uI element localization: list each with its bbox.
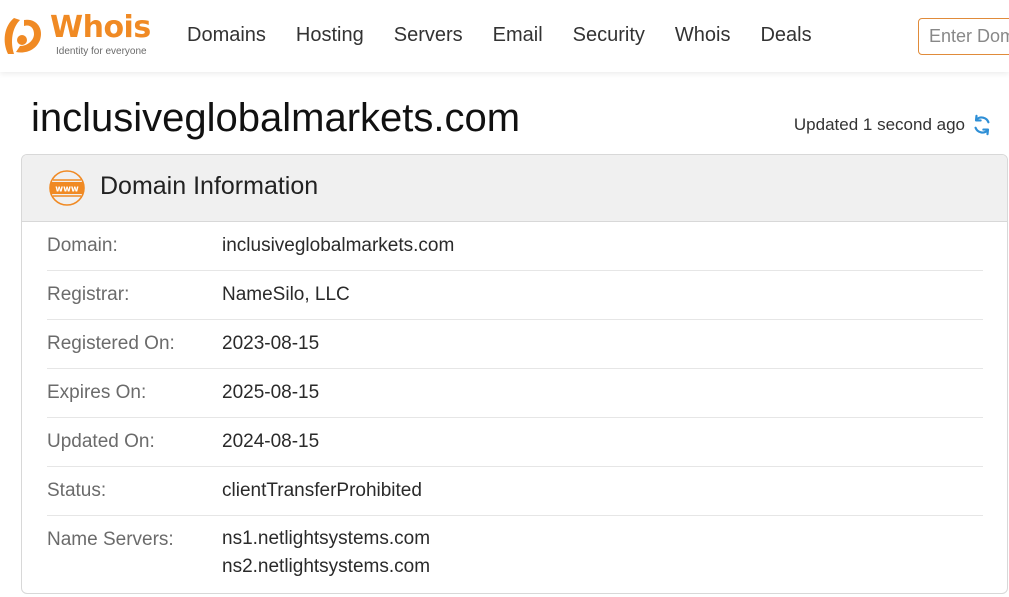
svg-text:www: www (55, 185, 79, 195)
nav-security[interactable]: Security (573, 24, 645, 50)
table-row: Domain: inclusiveglobalmarkets.com (47, 222, 983, 271)
expires-on-label: Expires On: (47, 382, 147, 403)
whois-logo[interactable]: Whois Identity for everyone (0, 10, 160, 60)
nav-whois[interactable]: Whois (675, 24, 731, 50)
registered-on-value: 2023-08-15 (222, 333, 320, 354)
status-value: clientTransferProhibited (222, 480, 422, 501)
card-header: www Domain Information (22, 155, 1007, 222)
domain-information-card: www Domain Information Domain: inclusive… (21, 154, 1008, 594)
registered-on-label: Registered On: (47, 333, 175, 354)
table-row: Registered On: 2023-08-15 (47, 320, 983, 369)
table-row: Updated On: 2024-08-15 (47, 418, 983, 467)
nav-domains[interactable]: Domains (187, 24, 266, 50)
logo-text: Whois (50, 10, 151, 45)
logo-tagline: Identity for everyone (56, 46, 147, 57)
nav-servers[interactable]: Servers (394, 24, 463, 50)
site-header: Whois Identity for everyone Domains Host… (0, 0, 1009, 72)
nav-hosting[interactable]: Hosting (296, 24, 364, 50)
name-server-item: ns1.netlightsystems.com (222, 528, 431, 549)
updated-status: Updated 1 second ago (794, 114, 993, 136)
nav-deals[interactable]: Deals (760, 24, 811, 50)
refresh-icon[interactable] (971, 114, 993, 136)
domain-label: Domain: (47, 235, 118, 256)
name-servers-list: ns1.netlightsystems.com ns2.netlightsyst… (222, 525, 430, 581)
table-row: Expires On: 2025-08-15 (47, 369, 983, 418)
updated-on-label: Updated On: (47, 431, 155, 452)
name-servers-label: Name Servers: (47, 529, 174, 550)
updated-text: Updated 1 second ago (793, 115, 965, 134)
domain-info-table: Domain: inclusiveglobalmarkets.com Regis… (47, 222, 983, 593)
status-label: Status: (47, 480, 107, 501)
main-nav: Domains Hosting Servers Email Security W… (187, 24, 842, 50)
registrar-label: Registrar: (47, 284, 130, 305)
nav-email[interactable]: Email (493, 24, 543, 50)
table-row: Status: clientTransferProhibited (47, 467, 983, 516)
domain-search-input[interactable] (918, 18, 1009, 55)
updated-on-value: 2024-08-15 (222, 431, 320, 452)
table-row: Name Servers: ns1.netlightsystems.com ns… (47, 516, 983, 593)
name-server-item: ns2.netlightsystems.com (222, 556, 431, 577)
domain-value: inclusiveglobalmarkets.com (222, 235, 455, 256)
table-row: Registrar: NameSilo, LLC (47, 271, 983, 320)
www-globe-icon: www (49, 170, 85, 206)
card-title: Domain Information (100, 172, 319, 200)
logo-mark-icon (4, 18, 42, 54)
page-title: inclusiveglobalmarkets.com (31, 96, 521, 140)
expires-on-value: 2025-08-15 (222, 382, 320, 403)
registrar-value: NameSilo, LLC (222, 284, 350, 305)
